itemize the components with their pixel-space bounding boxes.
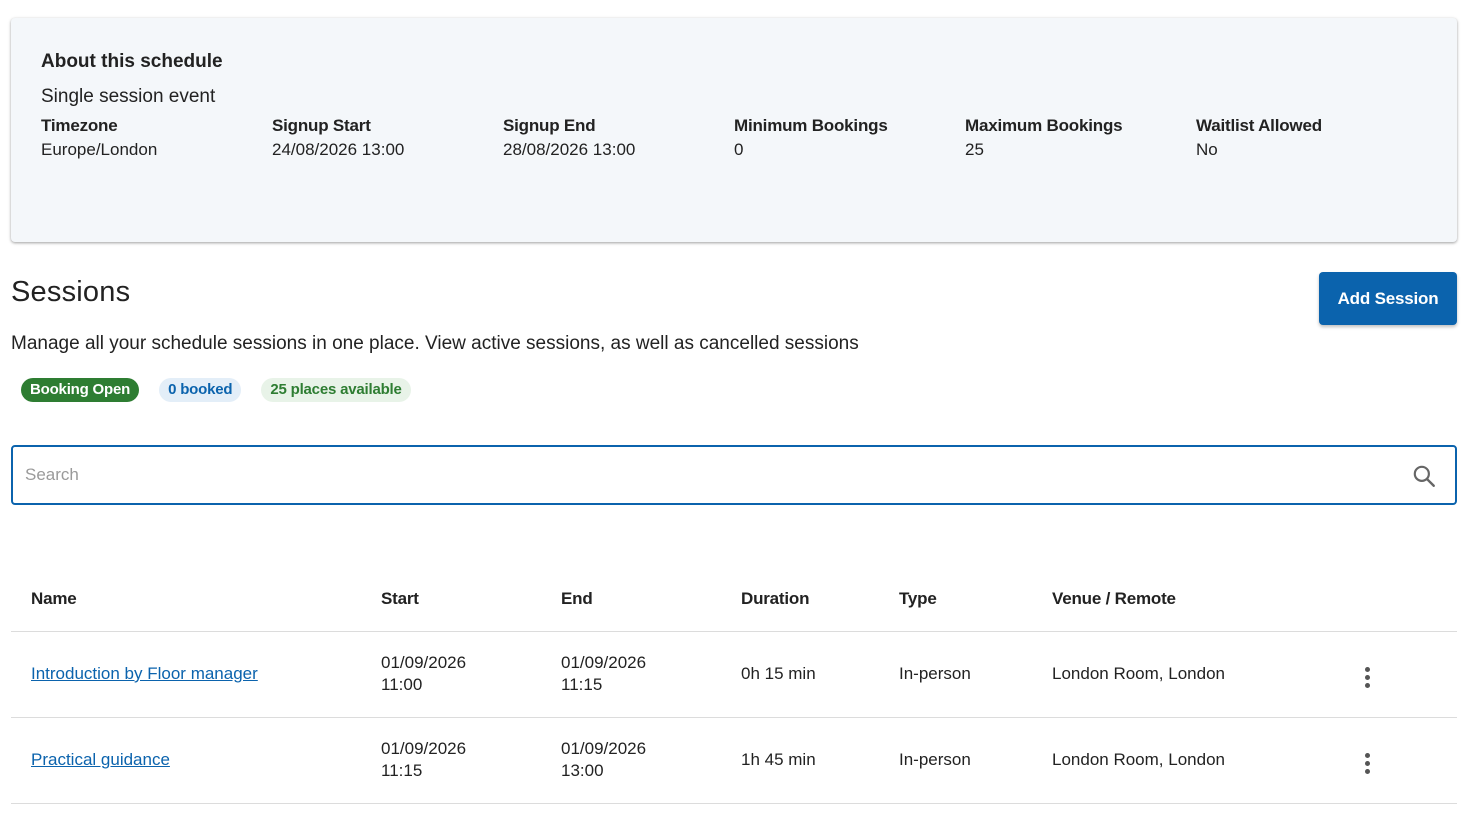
cell-venue: London Room, London — [1052, 631, 1352, 718]
field-signup-start: Signup Start 24/08/2026 13:00 — [272, 115, 503, 162]
start-time: 11:15 — [381, 761, 423, 780]
end-date: 01/09/2026 — [561, 739, 647, 758]
more-options-icon[interactable] — [1355, 748, 1379, 778]
search-input[interactable] — [25, 447, 1385, 503]
end-time: 11:15 — [561, 675, 603, 694]
field-label: Signup Start — [272, 116, 371, 135]
field-label: Waitlist Allowed — [1196, 116, 1322, 135]
cell-duration: 1h 45 min — [741, 717, 899, 804]
field-label: Maximum Bookings — [965, 116, 1123, 135]
field-minimum-bookings: Minimum Bookings 0 — [734, 115, 965, 162]
sessions-title: Sessions — [11, 276, 131, 308]
session-link[interactable]: Practical guidance — [31, 750, 170, 769]
cell-end: 01/09/2026 11:15 — [561, 631, 741, 718]
sessions-description: Manage all your schedule sessions in one… — [11, 333, 859, 354]
cell-start: 01/09/2026 11:00 — [381, 631, 561, 718]
session-link[interactable]: Introduction by Floor manager — [31, 664, 258, 683]
cell-venue: London Room, London — [1052, 717, 1352, 804]
booked-count-badge: 0 booked — [159, 378, 242, 402]
field-label: Minimum Bookings — [734, 116, 888, 135]
table-row: Practical guidance 01/09/2026 11:15 01/0… — [11, 717, 1457, 804]
field-timezone: Timezone Europe/London — [41, 115, 272, 162]
sessions-table: Name Start End Duration Type Venue / Rem… — [11, 567, 1457, 804]
field-waitlist-allowed: Waitlist Allowed No — [1196, 115, 1427, 162]
end-date: 01/09/2026 — [561, 653, 647, 672]
start-date: 01/09/2026 — [381, 739, 467, 758]
header-venue: Venue / Remote — [1052, 567, 1352, 632]
page: About this schedule Single session event… — [0, 0, 1474, 827]
places-available-badge: 25 places available — [261, 378, 411, 402]
field-label: Timezone — [41, 116, 118, 135]
search-box — [11, 445, 1457, 505]
field-value: 24/08/2026 13:00 — [272, 140, 405, 159]
about-schedule-card: About this schedule Single session event… — [11, 18, 1457, 242]
add-session-button[interactable]: Add Session — [1319, 272, 1457, 325]
about-subtitle: Single session event — [41, 86, 216, 107]
field-value: No — [1196, 140, 1218, 159]
booking-status-badge: Booking Open — [21, 378, 140, 402]
end-time: 13:00 — [561, 761, 604, 780]
field-maximum-bookings: Maximum Bookings 25 — [965, 115, 1196, 162]
table-row: Introduction by Floor manager 01/09/2026… — [11, 631, 1457, 718]
table-header-row: Name Start End Duration Type Venue / Rem… — [11, 567, 1457, 632]
cell-actions — [1352, 717, 1457, 804]
header-type: Type — [899, 567, 1052, 632]
cell-duration: 0h 15 min — [741, 631, 899, 718]
cell-type: In-person — [899, 631, 1052, 718]
header-end: End — [561, 567, 741, 632]
header-actions — [1352, 567, 1457, 632]
about-title: About this schedule — [41, 51, 223, 72]
more-options-icon[interactable] — [1355, 662, 1379, 692]
start-time: 11:00 — [381, 675, 423, 694]
field-value: 28/08/2026 13:00 — [503, 140, 636, 159]
header-duration: Duration — [741, 567, 899, 632]
field-value: 25 — [965, 140, 984, 159]
about-fields: Timezone Europe/London Signup Start 24/0… — [41, 115, 1427, 162]
start-date: 01/09/2026 — [381, 653, 467, 672]
header-start: Start — [381, 567, 561, 632]
status-badges: Booking Open 0 booked 25 places availabl… — [21, 378, 431, 402]
field-value: 0 — [734, 140, 744, 159]
header-name: Name — [11, 567, 381, 632]
cell-end: 01/09/2026 13:00 — [561, 717, 741, 804]
field-label: Signup End — [503, 116, 596, 135]
cell-name: Practical guidance — [11, 717, 381, 804]
cell-name: Introduction by Floor manager — [11, 631, 381, 718]
field-signup-end: Signup End 28/08/2026 13:00 — [503, 115, 734, 162]
search-icon[interactable] — [1411, 463, 1437, 489]
field-value: Europe/London — [41, 140, 158, 159]
cell-start: 01/09/2026 11:15 — [381, 717, 561, 804]
cell-actions — [1352, 631, 1457, 718]
cell-type: In-person — [899, 717, 1052, 804]
